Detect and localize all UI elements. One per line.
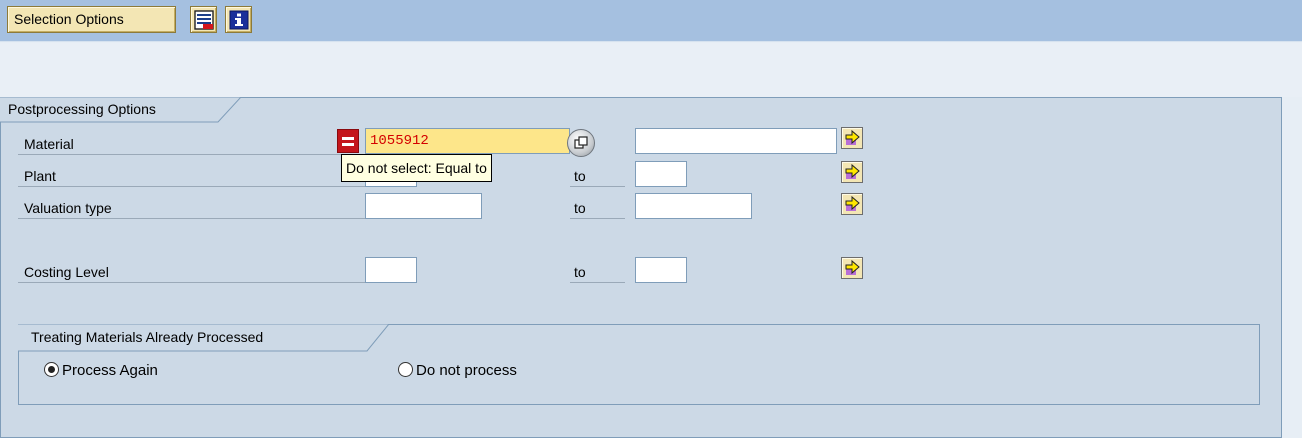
valuation-type-from-input[interactable] xyxy=(365,193,482,219)
radio-process-again[interactable]: Process Again xyxy=(44,360,158,382)
valuation-type-multiple-selection-button[interactable] xyxy=(841,193,863,215)
equal-selection-icon[interactable] xyxy=(337,129,359,153)
info-icon[interactable] xyxy=(225,6,252,33)
material-to-input[interactable] xyxy=(635,128,837,154)
tooltip: Do not select: Equal to xyxy=(341,154,492,182)
subgroup-title: Treating Materials Already Processed xyxy=(31,329,264,345)
valuation-type-label: Valuation type xyxy=(18,195,368,219)
plant-multiple-selection-button[interactable] xyxy=(841,161,863,183)
valuation-type-to-label: to xyxy=(570,195,625,219)
selection-options-button[interactable]: Selection Options xyxy=(7,6,176,33)
treating-materials-group: Treating Materials Already Processed xyxy=(18,324,1260,405)
multiple-selection-icon[interactable] xyxy=(567,129,595,157)
group-title-text: Postprocessing Options xyxy=(8,101,156,117)
material-multiple-selection-button[interactable] xyxy=(841,127,863,149)
radio-do-not-process[interactable]: Do not process xyxy=(398,360,517,382)
save-variant-icon[interactable] xyxy=(190,6,217,33)
costing-level-to-label: to xyxy=(570,259,625,283)
radio-selected-icon[interactable] xyxy=(44,362,59,377)
application-toolbar: Selection Options xyxy=(0,0,1302,42)
valuation-type-to-input[interactable] xyxy=(635,193,752,219)
plant-to-input[interactable] xyxy=(635,161,687,187)
material-from-input[interactable]: 1055912 xyxy=(365,128,570,154)
costing-level-label: Costing Level xyxy=(18,259,368,283)
plant-to-label: to xyxy=(570,163,625,187)
material-label: Material xyxy=(18,131,368,155)
radio-unselected-icon[interactable] xyxy=(398,362,413,377)
radio-process-again-label: Process Again xyxy=(62,362,158,379)
spacer-band xyxy=(0,43,1302,97)
plant-label: Plant xyxy=(18,163,368,187)
costing-level-from-input[interactable] xyxy=(365,257,417,283)
costing-level-to-input[interactable] xyxy=(635,257,687,283)
costing-level-multiple-selection-button[interactable] xyxy=(841,257,863,279)
radio-do-not-process-label: Do not process xyxy=(416,362,517,379)
